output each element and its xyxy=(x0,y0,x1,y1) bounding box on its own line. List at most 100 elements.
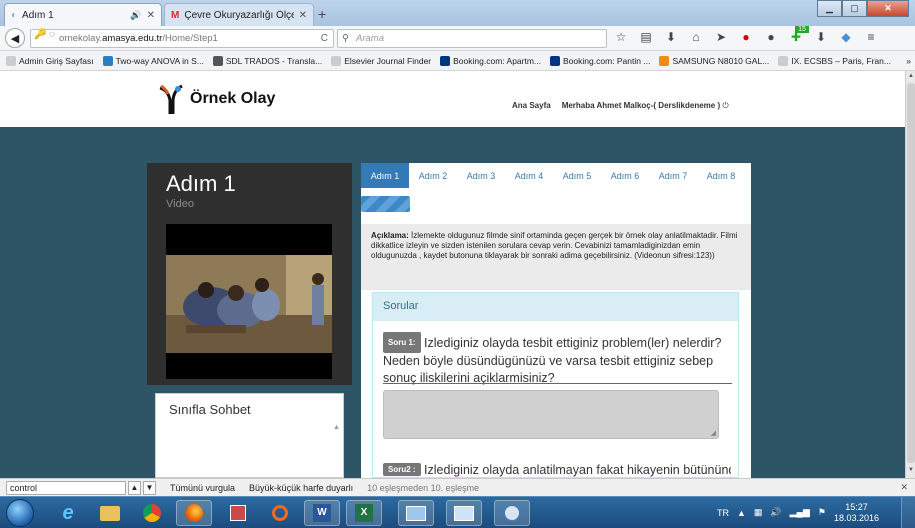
close-find-icon[interactable]: ✕ xyxy=(900,482,908,493)
find-status: 10 eşleşmeden 10. eşleşme xyxy=(367,482,480,493)
nav-home-link[interactable]: Ana Sayfa xyxy=(512,101,551,111)
chat-title: Sınıfla Sohbet xyxy=(169,402,251,417)
scrollbar-thumb[interactable] xyxy=(907,83,915,463)
close-window-icon[interactable]: ✕ xyxy=(867,0,909,17)
home-icon[interactable]: ⌂ xyxy=(689,30,703,44)
origin-icon[interactable] xyxy=(262,500,298,526)
reading-list-icon[interactable]: ▤ xyxy=(639,30,653,44)
tab-step-2[interactable]: Adım 2 xyxy=(409,163,457,188)
tab-step-3[interactable]: Adım 3 xyxy=(457,163,505,188)
find-input[interactable]: control xyxy=(6,480,126,495)
find-previous-icon[interactable]: ▲ xyxy=(128,480,141,495)
power-icon[interactable]: ⏻ xyxy=(722,101,728,110)
explorer-icon[interactable] xyxy=(92,500,128,526)
site-logo[interactable]: Örnek Olay xyxy=(158,84,275,114)
back-icon[interactable]: ◀ xyxy=(5,28,25,48)
bookmark-item[interactable]: SAMSUNG N8010 GAL... xyxy=(659,55,769,66)
answer-1-textarea[interactable]: ◢ xyxy=(383,390,719,439)
bookmark-item[interactable]: Elsevier Journal Finder xyxy=(331,55,431,66)
bookmark-item[interactable]: SDL TRADOS - Transla... xyxy=(212,55,322,66)
tab-label: Çevre Okuryazarlığı Ölçeği ... xyxy=(184,9,293,21)
tab-step-8[interactable]: Adım 8 xyxy=(697,163,745,188)
speaker-icon[interactable]: 🔊 xyxy=(130,10,141,21)
site-identity-icon[interactable]: 🔑 ◌ xyxy=(34,29,55,40)
close-tab-icon[interactable]: ✕ xyxy=(299,10,307,21)
pidgin-icon[interactable] xyxy=(494,500,530,526)
description-label: Açıklama: xyxy=(371,231,409,240)
close-tab-icon[interactable]: ✕ xyxy=(147,10,155,21)
bookmarks-overflow-icon[interactable]: » xyxy=(906,56,911,66)
minimize-icon[interactable]: ▁ xyxy=(817,0,842,17)
tab-step-5[interactable]: Adım 5 xyxy=(553,163,601,188)
maximize-icon[interactable]: ▢ xyxy=(842,0,867,17)
language-indicator[interactable]: TR xyxy=(717,508,729,518)
send-icon[interactable]: ➤ xyxy=(714,30,728,44)
chat-icon[interactable]: ● xyxy=(764,30,778,44)
chat-scroll-up-icon[interactable]: ▲ xyxy=(333,424,341,474)
scroll-down-icon[interactable]: ▼ xyxy=(907,467,915,476)
bookmark-item[interactable]: IX. ECSBS – Paris, Fran... xyxy=(778,55,891,66)
find-next-icon[interactable]: ▼ xyxy=(143,480,156,495)
match-case-toggle[interactable]: Büyük-küçük harfe duyarlı xyxy=(249,483,353,493)
menu-icon[interactable]: ≡ xyxy=(864,30,878,44)
paint-icon[interactable] xyxy=(220,500,256,526)
word-icon[interactable]: W xyxy=(304,500,340,526)
lesson-panel: Adım 1 Video xyxy=(147,163,352,385)
pocket-icon[interactable]: ◆ xyxy=(839,30,853,44)
page-scrollbar[interactable]: ▲ ▼ xyxy=(905,71,915,478)
excel-icon[interactable]: X xyxy=(346,500,382,526)
volume-icon[interactable]: 🔊 xyxy=(770,507,781,518)
search-input[interactable]: ⚲ Arama xyxy=(337,29,607,48)
screen-icon[interactable] xyxy=(398,500,434,526)
bookmark-item[interactable]: Admin Giriş Sayfası xyxy=(6,55,94,66)
url-prefix: ornekolay. xyxy=(59,33,103,44)
tab-step-4[interactable]: Adım 4 xyxy=(505,163,553,188)
browser-tab-bar: ◐ Adım 1 🔊 ✕ M Çevre Okuryazarlığı Ölçeğ… xyxy=(0,0,915,26)
bookmark-item[interactable]: Booking.com: Pantin ... xyxy=(550,55,650,66)
question-2-badge: Soru2 : xyxy=(383,463,421,476)
bookmarks-bar: Admin Giriş Sayfası Two-way ANOVA in S..… xyxy=(0,51,915,71)
chrome-icon[interactable] xyxy=(134,500,170,526)
highlight-all-toggle[interactable]: Tümünü vurgula xyxy=(170,483,235,493)
tab-step-7[interactable]: Adım 7 xyxy=(649,163,697,188)
signal-icon[interactable]: ▂▄▆ xyxy=(790,507,810,518)
progress-bar xyxy=(361,196,410,212)
new-tab-icon[interactable]: + xyxy=(318,6,326,22)
tray-expand-icon[interactable]: ▲ xyxy=(737,508,746,518)
video-download-icon[interactable]: ⬇ xyxy=(814,30,828,44)
description-text: İzlemekte oldugunuz filmde sinif ortamin… xyxy=(371,231,738,260)
bookmark-item[interactable]: Two-way ANOVA in S... xyxy=(102,55,204,66)
addon-badge: 15 xyxy=(795,26,809,33)
adblock-icon[interactable]: ● xyxy=(739,30,753,44)
network-share-icon[interactable]: ▦ xyxy=(754,507,763,518)
ie-icon[interactable]: e xyxy=(50,500,86,526)
tab-adim-1[interactable]: ◐ Adım 1 🔊 ✕ xyxy=(4,3,162,26)
step-panel: Adım 1 Adım 2 Adım 3 Adım 4 Adım 5 Adım 6 Adım… xyxy=(361,163,751,478)
url-bar[interactable]: ornekolay. amasya.edu.tr/Home/Step1 C xyxy=(30,29,334,48)
header-nav: Ana Sayfa Merhaba Ahmet Malkoç-( Derslik… xyxy=(512,101,729,111)
divider xyxy=(383,383,732,384)
clock[interactable]: 15:27 18.03.2016 xyxy=(834,502,879,524)
bookmark-star-icon[interactable]: ☆ xyxy=(614,30,628,44)
addon-icon[interactable]: ✚ 15 xyxy=(789,26,809,44)
show-desktop-button[interactable] xyxy=(901,497,915,528)
gmail-icon: M xyxy=(171,9,180,21)
navigation-bar: ◀ ornekolay. amasya.edu.tr/Home/Step1 C 🔑… xyxy=(0,26,915,51)
start-button[interactable] xyxy=(6,499,34,527)
tablet-icon[interactable] xyxy=(446,500,482,526)
logo-mark-icon xyxy=(159,84,183,114)
download-icon[interactable]: ⬇ xyxy=(664,30,678,44)
scroll-up-icon[interactable]: ▲ xyxy=(907,73,915,82)
tab-step-6[interactable]: Adım 6 xyxy=(601,163,649,188)
tab-cevre-okuryazarligi[interactable]: M Çevre Okuryazarlığı Ölçeği ... ✕ xyxy=(164,3,314,26)
tab-label: Adım 1 xyxy=(22,9,54,21)
bookmark-item[interactable]: Booking.com: Apartm... xyxy=(440,55,541,66)
user-greeting[interactable]: Merhaba Ahmet Malkoç-( Derslikdeneme ) ⏻ xyxy=(562,101,729,111)
taskbar: e W X TR ▲ ▦ 🔊 ▂▄▆ ⚑ 15:27 18.03.2016 xyxy=(0,496,915,528)
flag-icon[interactable]: ⚑ xyxy=(818,507,826,518)
firefox-icon[interactable] xyxy=(176,500,212,526)
resize-grip-icon[interactable]: ◢ xyxy=(711,429,716,437)
reload-icon[interactable]: C xyxy=(321,33,328,44)
video-player[interactable] xyxy=(166,224,332,379)
tab-step-1[interactable]: Adım 1 xyxy=(361,163,409,188)
